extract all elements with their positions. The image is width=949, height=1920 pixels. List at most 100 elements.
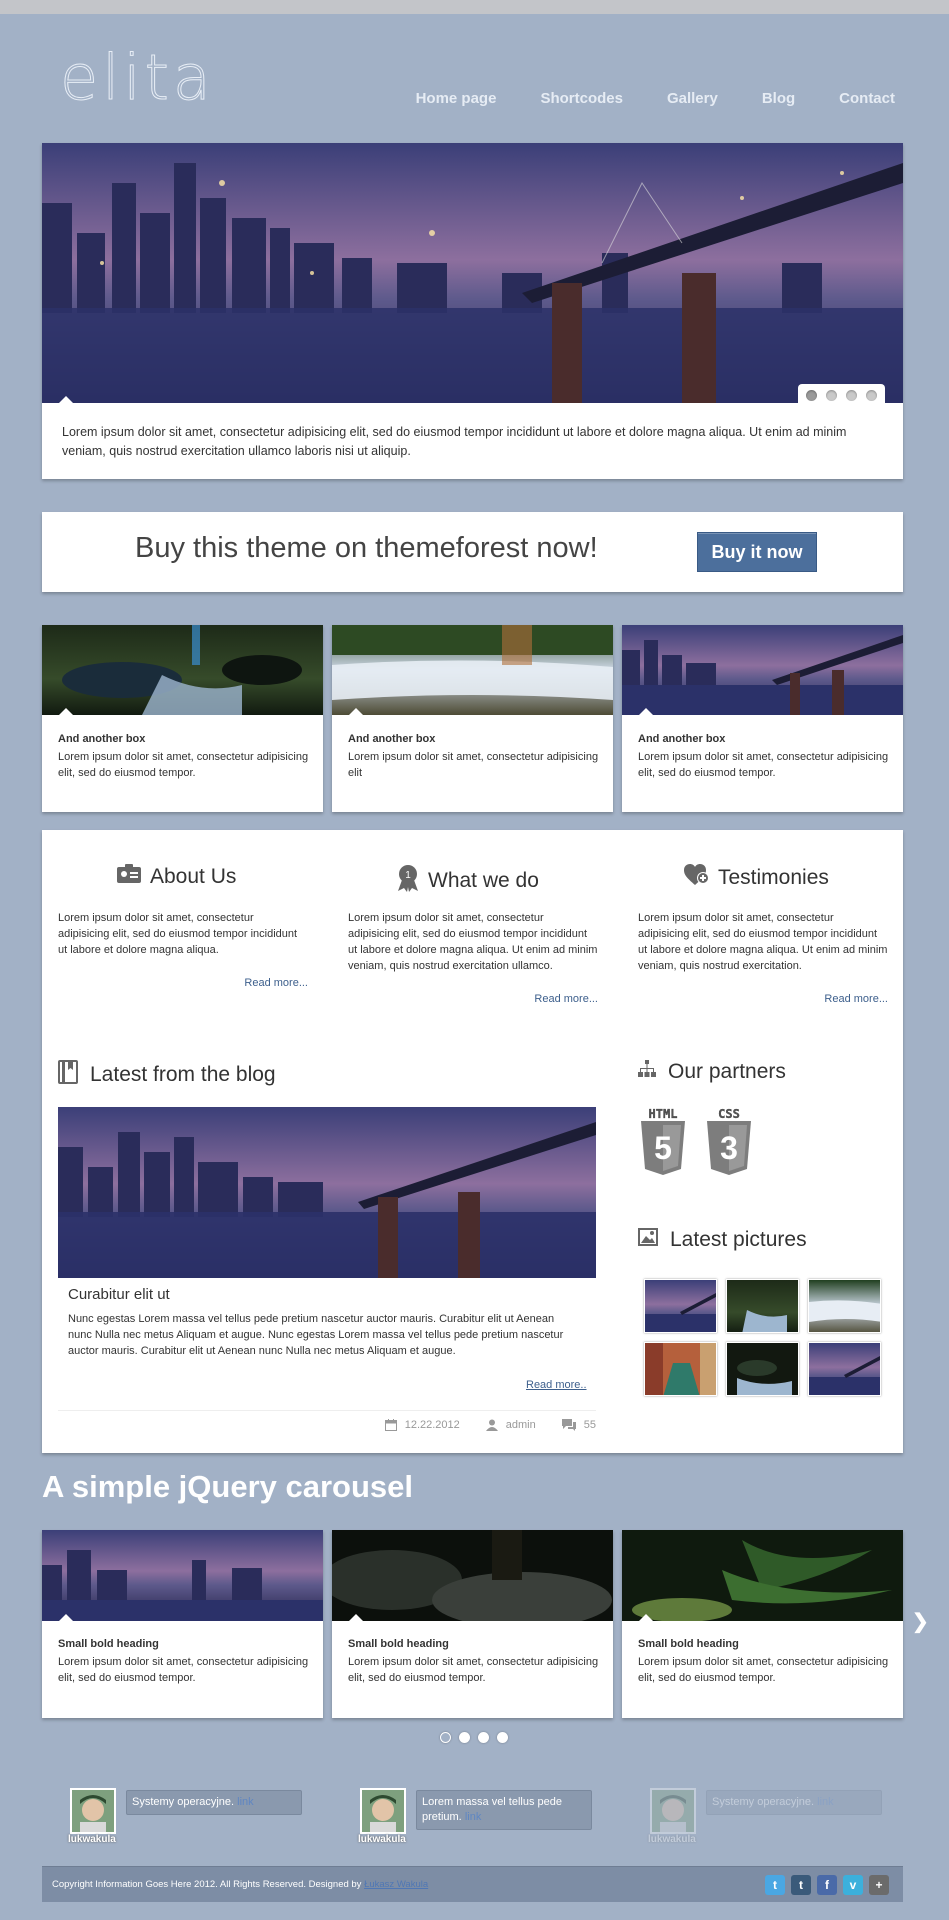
- tweet-link[interactable]: link: [465, 1811, 482, 1823]
- carousel-item-text: Lorem ipsum dolor sit amet, consectetur …: [638, 1656, 889, 1684]
- picture-thumb[interactable]: [644, 1279, 717, 1333]
- hero-image: [42, 143, 903, 403]
- twitter-icon[interactable]: t: [765, 1875, 785, 1895]
- blog-heading-text: Latest from the blog: [90, 1063, 276, 1086]
- box-title: And another box: [348, 733, 436, 745]
- post-date: 12.22.2012: [404, 1419, 460, 1431]
- feature-testimonies: Testimonies Lorem ipsum dolor sit amet, …: [638, 830, 888, 1010]
- main-content: About Us Lorem ipsum dolor sit amet, con…: [42, 830, 903, 1453]
- box-image: [622, 625, 903, 715]
- chevron-right-icon[interactable]: ❯: [912, 1609, 929, 1634]
- carousel-item-title: Small bold heading: [348, 1638, 449, 1650]
- picture-thumb[interactable]: [726, 1342, 799, 1396]
- feature-title: What we do: [428, 869, 539, 892]
- logo[interactable]: elita: [60, 46, 215, 109]
- tweet-bubble: Systemy operacyjne. link: [706, 1790, 882, 1815]
- googleplus-icon[interactable]: +: [869, 1875, 889, 1895]
- slider-dot-4[interactable]: [866, 390, 877, 401]
- tweet-username[interactable]: lukwakula: [358, 1834, 406, 1845]
- feature-title: Testimonies: [718, 866, 829, 889]
- picture-thumb[interactable]: [808, 1342, 881, 1396]
- tweet-bubble: Lorem massa vel tellus pede pretium. lin…: [416, 1790, 592, 1830]
- site-footer: Copyright Information Goes Here 2012. Al…: [42, 1866, 903, 1902]
- feature-text: Lorem ipsum dolor sit amet, consectetur …: [58, 912, 298, 956]
- slider-dot-3[interactable]: [846, 390, 857, 401]
- carousel-image: [332, 1530, 613, 1621]
- read-more-link[interactable]: Read more...: [244, 977, 308, 989]
- carousel-item-title: Small bold heading: [638, 1638, 739, 1650]
- tweet: lukwakula Systemy operacyjne. link: [68, 1788, 310, 1848]
- picture-thumb[interactable]: [726, 1279, 799, 1333]
- top-strip: [0, 0, 949, 14]
- carousel-dot-2[interactable]: [459, 1732, 470, 1743]
- box-title: And another box: [638, 733, 726, 745]
- id-card-icon: [116, 864, 142, 890]
- nav-shortcodes[interactable]: Shortcodes: [540, 90, 623, 107]
- blog-post-title[interactable]: Curabitur elit ut: [68, 1286, 170, 1303]
- blog-read-more-link[interactable]: Read more..: [526, 1379, 587, 1391]
- copyright-text: Copyright Information Goes Here 2012. Al…: [52, 1879, 362, 1890]
- carousel-dot-1[interactable]: [440, 1732, 451, 1743]
- avatar[interactable]: [650, 1788, 696, 1834]
- carousel-item-text: Lorem ipsum dolor sit amet, consectetur …: [58, 1656, 309, 1684]
- carousel-dot-3[interactable]: [478, 1732, 489, 1743]
- promo-text: Buy this theme on themeforest now!: [135, 532, 598, 564]
- box-text: Lorem ipsum dolor sit amet, consectetur …: [638, 751, 889, 779]
- box-text: Lorem ipsum dolor sit amet, consectetur …: [348, 751, 599, 779]
- avatar[interactable]: [360, 1788, 406, 1834]
- box-notch: [349, 708, 363, 715]
- feature-box: And another box Lorem ipsum dolor sit am…: [622, 625, 903, 812]
- carousel-item: Small bold heading Lorem ipsum dolor sit…: [42, 1530, 323, 1718]
- slider-caption: Lorem ipsum dolor sit amet, consectetur …: [62, 425, 847, 458]
- nav-blog[interactable]: Blog: [762, 90, 795, 107]
- calendar-icon: [384, 1419, 397, 1431]
- read-more-link[interactable]: Read more...: [534, 993, 598, 1005]
- main-nav: Home page Shortcodes Gallery Blog Contac…: [372, 90, 895, 107]
- user-icon: [485, 1419, 498, 1431]
- css3-logo[interactable]: CSS 3: [704, 1107, 754, 1217]
- carousel-pagination: [440, 1732, 508, 1743]
- slider-dot-1[interactable]: [806, 390, 817, 401]
- carousel-item-text: Lorem ipsum dolor sit amet, consectetur …: [348, 1656, 599, 1684]
- carousel-dot-4[interactable]: [497, 1732, 508, 1743]
- blog-image[interactable]: [58, 1107, 596, 1278]
- html5-logo[interactable]: HTML 5: [638, 1107, 688, 1217]
- blog-heading: Latest from the blog: [58, 1060, 276, 1090]
- designer-link[interactable]: Łukasz Wakula: [364, 1879, 428, 1890]
- tweet: lukwakula Lorem massa vel tellus pede pr…: [358, 1788, 600, 1848]
- feature-box: And another box Lorem ipsum dolor sit am…: [332, 625, 613, 812]
- facebook-icon[interactable]: f: [817, 1875, 837, 1895]
- tweet-link[interactable]: link: [817, 1796, 834, 1808]
- tweet-username[interactable]: lukwakula: [68, 1834, 116, 1845]
- svg-text:1: 1: [405, 870, 411, 881]
- tweet-username[interactable]: lukwakula: [648, 1834, 696, 1845]
- slider-caption-notch: [59, 396, 73, 403]
- read-more-link[interactable]: Read more...: [824, 993, 888, 1005]
- avatar[interactable]: [70, 1788, 116, 1834]
- feature-text: Lorem ipsum dolor sit amet, consectetur …: [348, 912, 598, 972]
- post-comment-count[interactable]: 55: [584, 1419, 596, 1431]
- carousel-item-title: Small bold heading: [58, 1638, 159, 1650]
- blog-post-meta: 12.22.2012 admin 55: [58, 1410, 596, 1431]
- tweet-link[interactable]: link: [237, 1796, 254, 1808]
- vimeo-icon[interactable]: v: [843, 1875, 863, 1895]
- tumblr-icon[interactable]: t: [791, 1875, 811, 1895]
- nav-contact[interactable]: Contact: [839, 90, 895, 107]
- post-author[interactable]: admin: [506, 1419, 536, 1431]
- carousel-item: Small bold heading Lorem ipsum dolor sit…: [332, 1530, 613, 1718]
- copyright: Copyright Information Goes Here 2012. Al…: [52, 1879, 428, 1890]
- buy-now-button[interactable]: Buy it now: [697, 532, 817, 572]
- feature-box: And another box Lorem ipsum dolor sit am…: [42, 625, 323, 812]
- feature-title: About Us: [150, 865, 237, 888]
- heart-plus-icon: [684, 864, 710, 892]
- carousel-notch: [639, 1614, 653, 1621]
- nav-home[interactable]: Home page: [416, 90, 497, 107]
- book-icon: [58, 1060, 78, 1090]
- box-image: [332, 625, 613, 715]
- nav-gallery[interactable]: Gallery: [667, 90, 718, 107]
- slider-dot-2[interactable]: [826, 390, 837, 401]
- box-title: And another box: [58, 733, 146, 745]
- picture-thumb[interactable]: [808, 1279, 881, 1333]
- picture-thumb[interactable]: [644, 1342, 717, 1396]
- partners-heading-text: Our partners: [668, 1060, 786, 1083]
